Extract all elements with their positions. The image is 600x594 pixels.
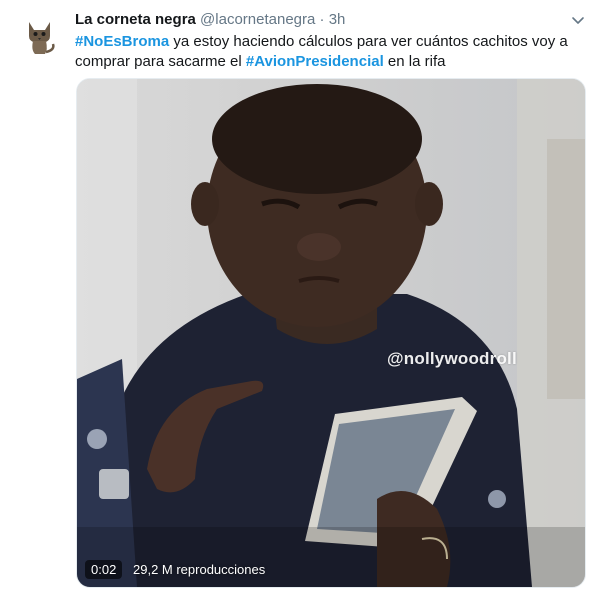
user-avatar[interactable] <box>15 10 64 59</box>
hashtag-link[interactable]: #AvionPresidencial <box>246 53 384 70</box>
tweet-text-segment: en la rifa <box>383 53 446 70</box>
display-name[interactable]: La corneta negra <box>75 11 196 28</box>
meta-separator: · <box>319 11 325 28</box>
chevron-down-icon[interactable] <box>570 12 586 28</box>
cat-avatar-icon <box>15 10 64 59</box>
video-duration-badge: 0:02 <box>85 560 123 579</box>
tweet-header: La corneta negra @lacornetanegra · 3h <box>75 10 345 30</box>
tweet-card[interactable]: La corneta negra @lacornetanegra · 3h #N… <box>0 0 600 594</box>
hashtag-link[interactable]: #NoEsBroma <box>75 33 169 50</box>
user-handle[interactable]: @lacornetanegra <box>200 11 315 28</box>
tweet-timestamp[interactable]: 3h <box>329 11 346 28</box>
view-count: 29,2 M reproducciones <box>133 562 266 577</box>
video-frame <box>77 79 585 587</box>
video-watermark: @nollywoodroll <box>387 349 517 368</box>
video-player[interactable]: @nollywoodroll 0:02 29,2 M reproduccione… <box>76 78 586 588</box>
tweet-text: #NoEsBroma ya estoy haciendo cálculos pa… <box>75 32 585 72</box>
